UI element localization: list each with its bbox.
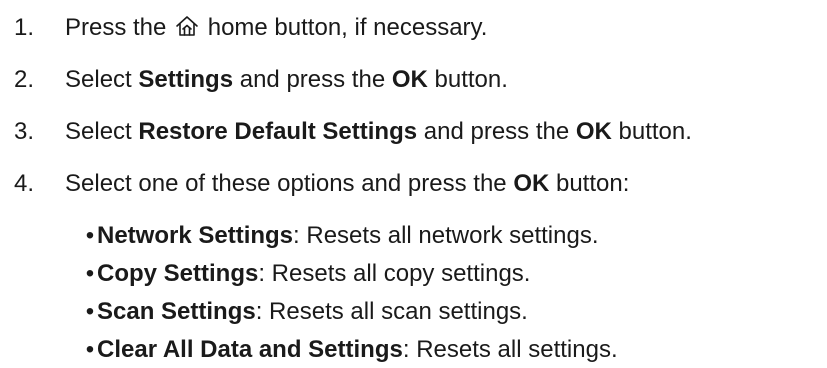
step-number: 2. bbox=[14, 66, 35, 93]
bullet: • bbox=[85, 222, 95, 249]
option-name: Scan Settings bbox=[97, 298, 256, 325]
step-number: 3. bbox=[14, 118, 35, 145]
option-text: Clear All Data and Settings: Resets all … bbox=[97, 336, 618, 364]
option-text: Network Settings: Resets all network set… bbox=[97, 222, 599, 250]
ok-button-name: OK bbox=[391, 66, 428, 93]
step-number: 4. bbox=[14, 170, 35, 197]
step-text-pre: Press the bbox=[65, 14, 167, 41]
ok-button-name: OK bbox=[575, 118, 612, 145]
option-text: Copy Settings: Resets all copy settings. bbox=[97, 260, 530, 288]
option-description: : Resets all settings. bbox=[402, 336, 618, 363]
option-description: : Resets all scan settings. bbox=[255, 298, 528, 325]
menu-name: Restore Default Settings bbox=[138, 118, 418, 145]
step-text: Select Restore Default Settings and pres… bbox=[65, 118, 692, 146]
option-text: Scan Settings: Resets all scan settings. bbox=[97, 298, 528, 326]
step-text: Press the home button, if necessary. bbox=[65, 14, 487, 42]
step-text: Select Settings and press the OK button. bbox=[65, 66, 508, 94]
home-icon bbox=[176, 16, 198, 36]
step-text-post: button. bbox=[611, 118, 692, 145]
option-name: Copy Settings bbox=[97, 260, 259, 287]
bullet: • bbox=[85, 260, 95, 287]
step-text-pre: Select one of these options and press th… bbox=[65, 170, 514, 197]
step-text-mid: and press the bbox=[417, 118, 576, 145]
option-name: Network Settings bbox=[97, 222, 294, 249]
menu-name: Settings bbox=[138, 66, 234, 93]
step-text-pre: Select bbox=[65, 118, 139, 145]
step-number: 1. bbox=[14, 14, 35, 41]
option-description: : Resets all network settings. bbox=[293, 222, 599, 249]
step-text-post: home button, if necessary. bbox=[201, 14, 488, 41]
bullet: • bbox=[85, 298, 95, 325]
step-text-post: button: bbox=[549, 170, 630, 197]
option-description: : Resets all copy settings. bbox=[258, 260, 531, 287]
option-name: Clear All Data and Settings bbox=[97, 336, 403, 363]
step-text-mid: and press the bbox=[233, 66, 392, 93]
bullet: • bbox=[85, 336, 95, 363]
step-text-post: button. bbox=[427, 66, 508, 93]
step-text: Select one of these options and press th… bbox=[65, 170, 629, 198]
step-text-pre: Select bbox=[65, 66, 139, 93]
ok-button-name: OK bbox=[513, 170, 550, 197]
